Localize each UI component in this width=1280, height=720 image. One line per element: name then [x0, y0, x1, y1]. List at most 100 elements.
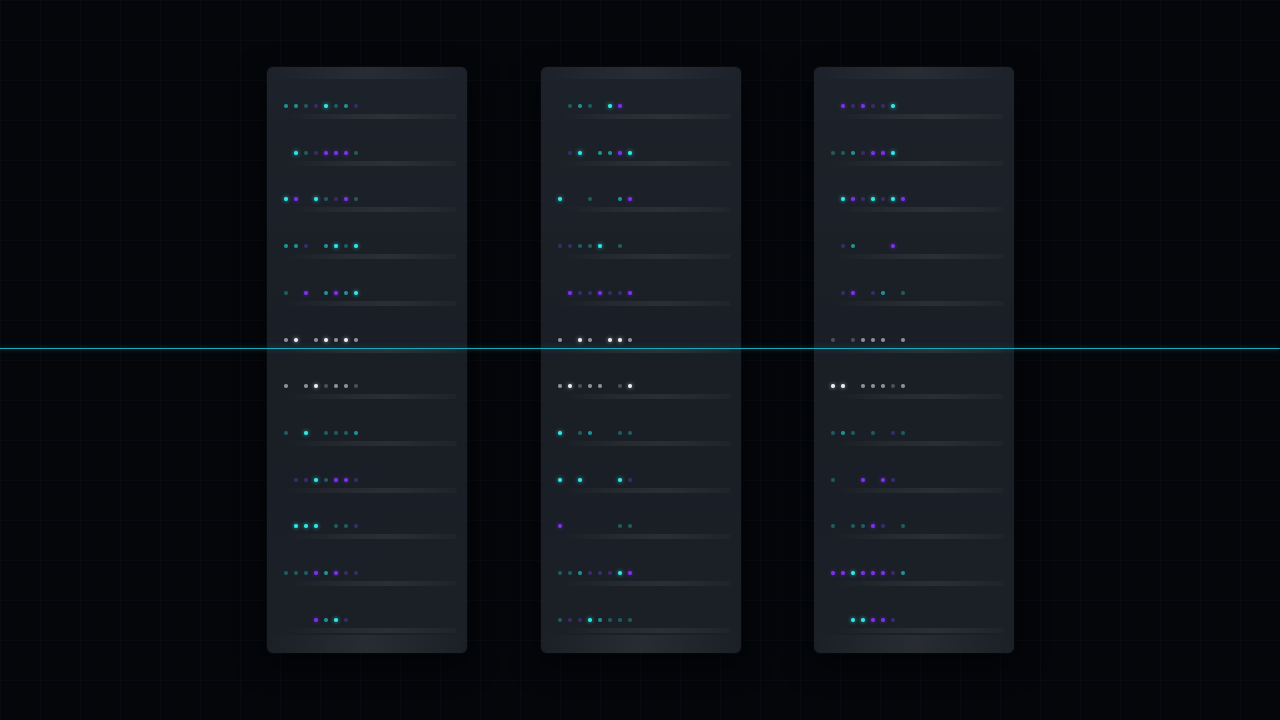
status-led	[344, 197, 348, 202]
unit-divider	[287, 534, 457, 540]
status-led	[628, 477, 632, 482]
status-led	[294, 104, 298, 108]
unit-divider	[561, 487, 731, 493]
status-led	[294, 618, 298, 622]
status-led	[568, 290, 572, 295]
status-led	[628, 617, 632, 622]
status-led	[881, 197, 885, 202]
status-led	[588, 617, 592, 622]
status-led	[871, 384, 875, 389]
status-led	[871, 337, 875, 342]
status-led	[578, 571, 582, 575]
status-led	[608, 478, 612, 482]
status-led	[304, 477, 308, 482]
status-led-row	[558, 430, 634, 436]
status-led	[851, 197, 855, 202]
status-led	[841, 104, 845, 108]
rack-unit	[541, 166, 741, 213]
rack-unit	[814, 400, 1014, 446]
status-led	[294, 571, 298, 575]
status-led	[578, 104, 582, 108]
rack-bottom-cap	[541, 635, 741, 653]
status-led	[881, 571, 885, 575]
status-led	[861, 571, 865, 575]
status-led	[304, 430, 308, 435]
rack-unit	[541, 447, 741, 493]
status-led	[578, 477, 582, 482]
rack-unit	[267, 260, 467, 306]
unit-divider	[834, 254, 1004, 260]
status-led	[598, 384, 602, 389]
status-led	[831, 430, 835, 435]
status-led	[901, 571, 905, 575]
status-led	[891, 244, 895, 249]
status-led	[831, 337, 835, 342]
status-led-row	[558, 243, 634, 249]
status-led-row	[284, 570, 360, 576]
unit-divider	[561, 581, 731, 586]
status-led	[578, 150, 582, 155]
status-led-row	[831, 570, 907, 576]
server-rack-1	[267, 67, 467, 653]
status-led	[314, 150, 318, 155]
status-led	[324, 430, 328, 435]
rack-unit	[267, 400, 467, 446]
status-led	[314, 244, 318, 248]
status-led	[334, 197, 338, 202]
status-led	[618, 150, 622, 155]
status-led	[851, 104, 855, 108]
status-led	[568, 244, 572, 249]
status-led	[314, 291, 318, 295]
rack-unit	[267, 73, 467, 119]
status-led	[871, 104, 875, 108]
status-led	[628, 197, 632, 202]
status-led	[284, 151, 288, 155]
status-led	[901, 430, 905, 435]
status-led	[334, 104, 338, 108]
status-led	[891, 430, 895, 435]
status-led	[901, 337, 905, 342]
status-led-row	[284, 337, 360, 343]
status-led	[304, 290, 308, 295]
status-led	[344, 104, 348, 108]
status-led	[568, 150, 572, 155]
unit-divider	[561, 254, 731, 260]
status-led	[628, 104, 632, 108]
status-led	[354, 524, 358, 529]
status-led	[324, 104, 328, 108]
status-led	[861, 477, 865, 482]
unit-divider	[834, 160, 1004, 166]
status-led	[628, 384, 632, 389]
status-led	[891, 338, 895, 342]
status-led	[344, 571, 348, 575]
status-led	[334, 290, 338, 295]
status-led	[881, 524, 885, 529]
status-led	[354, 337, 358, 342]
rack-unit	[814, 540, 1014, 586]
status-led	[588, 384, 592, 389]
status-led	[891, 617, 895, 622]
status-led	[831, 384, 835, 389]
status-led-row	[831, 523, 907, 529]
rack-bottom-cap	[267, 635, 467, 653]
status-led	[324, 150, 328, 155]
status-led	[558, 384, 562, 389]
status-led	[284, 104, 288, 108]
status-led-row	[284, 523, 360, 529]
rack-unit	[814, 587, 1014, 633]
rack-unit	[814, 493, 1014, 540]
status-led	[881, 290, 885, 295]
status-led	[304, 384, 308, 389]
status-led	[558, 291, 562, 295]
status-led	[598, 104, 602, 108]
rack-unit	[541, 120, 741, 166]
status-led	[334, 244, 338, 249]
status-led-row	[831, 150, 907, 156]
status-led-row	[831, 196, 907, 202]
unit-divider	[287, 487, 457, 493]
status-led	[598, 244, 602, 249]
status-led	[578, 337, 582, 342]
status-led	[568, 617, 572, 622]
status-led	[851, 290, 855, 295]
status-led	[851, 244, 855, 249]
